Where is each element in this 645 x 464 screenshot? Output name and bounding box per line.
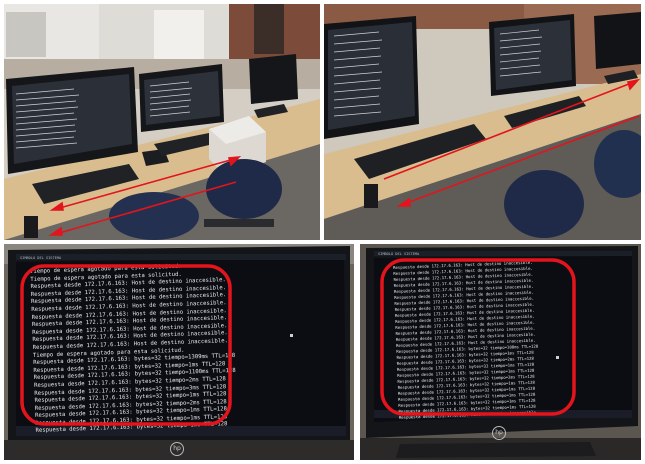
red-highlight-ellipse [380,258,576,416]
photo-lab-desk-left [4,4,320,240]
photo-lab-desk-right [324,4,641,240]
lab-desk-right-scene [324,4,641,240]
red-highlight-ellipse [20,264,232,426]
lab-desk-left-scene [4,4,320,240]
photo-monitor-terminal-left: SIMBOLO DEL SISTEMA Tiempo de espera ago… [4,244,354,460]
photo-monitor-terminal-right: SIMBOLO DEL SISTEMA Respuesta desde 172.… [360,244,641,460]
